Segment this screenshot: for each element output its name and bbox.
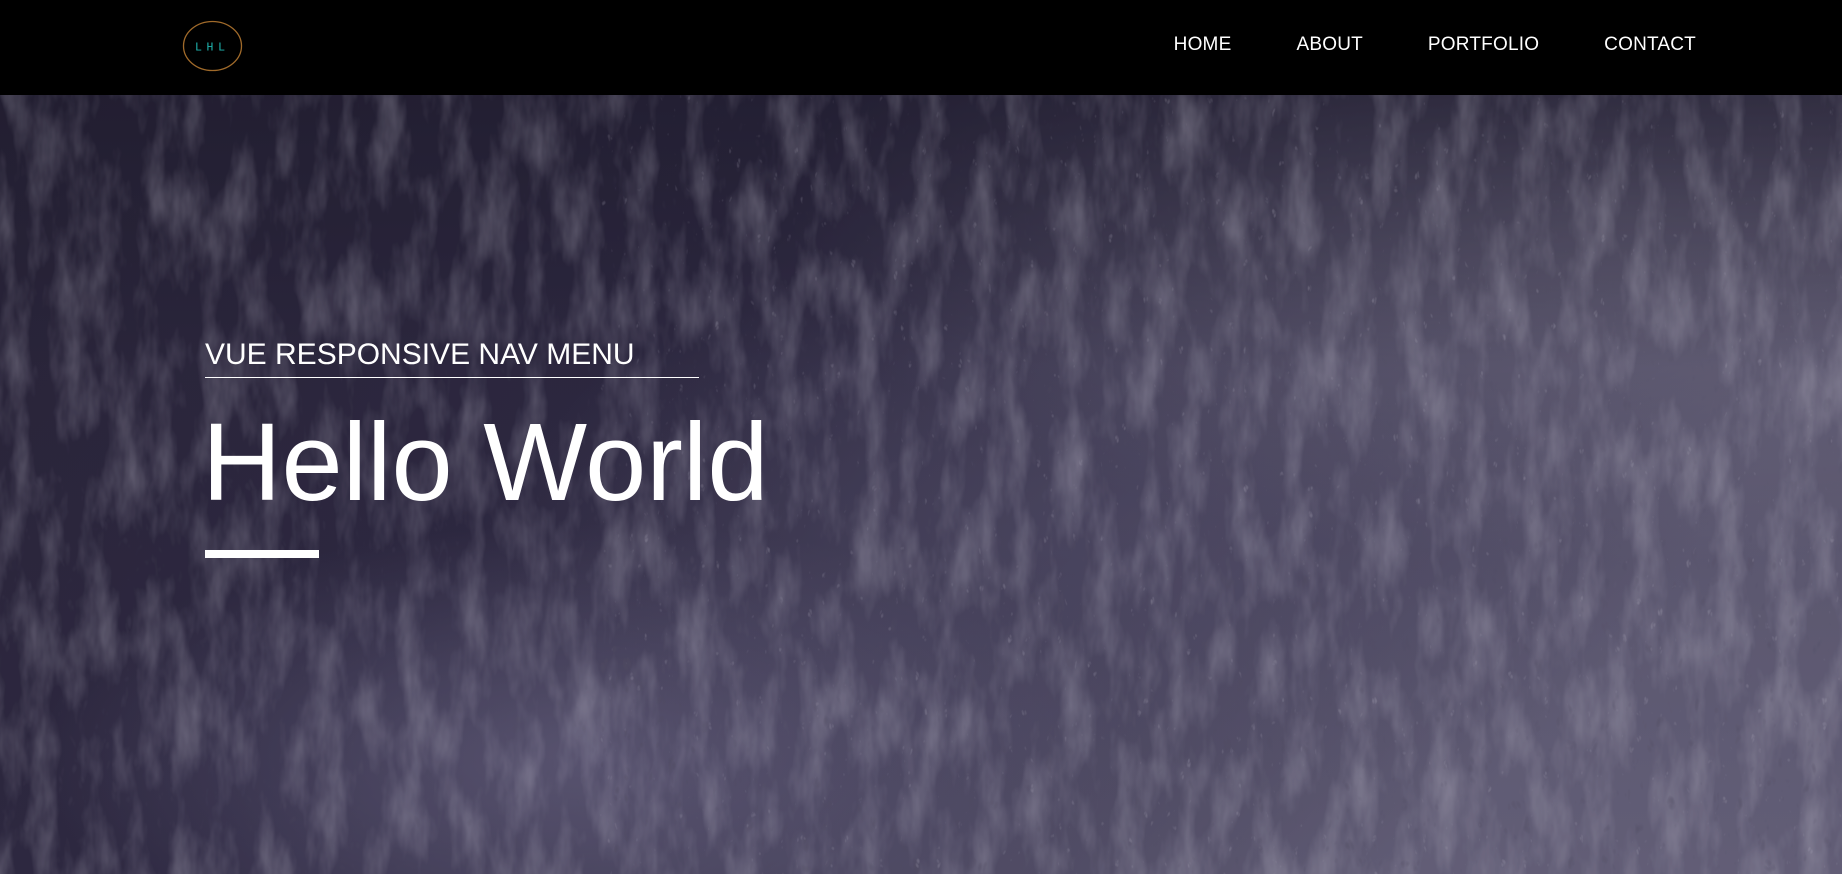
- hero-title: Hello World: [202, 401, 769, 524]
- hero-section: VUE RESPONSIVE NAV MENU Hello World: [0, 95, 1842, 874]
- logo-text: LHL: [195, 41, 230, 54]
- nav-item-about: ABOUT: [1296, 34, 1362, 56]
- logo-icon: LHL: [182, 20, 243, 72]
- logo[interactable]: LHL: [182, 20, 243, 72]
- nav-menu: HOME ABOUT PORTFOLIO CONTACT: [1174, 0, 1696, 89]
- nav-item-portfolio: PORTFOLIO: [1428, 34, 1539, 56]
- nav-link-portfolio[interactable]: PORTFOLIO: [1428, 34, 1539, 55]
- nav-link-contact[interactable]: CONTACT: [1604, 34, 1696, 55]
- nav-item-contact: CONTACT: [1604, 34, 1696, 56]
- title-underline: [205, 550, 319, 558]
- nav-item-home: HOME: [1174, 34, 1232, 56]
- navbar: LHL HOME ABOUT PORTFOLIO CONTACT: [0, 0, 1842, 95]
- nav-link-about[interactable]: ABOUT: [1296, 34, 1362, 55]
- hero-subtitle: VUE RESPONSIVE NAV MENU: [205, 338, 699, 378]
- nav-link-home[interactable]: HOME: [1174, 34, 1232, 55]
